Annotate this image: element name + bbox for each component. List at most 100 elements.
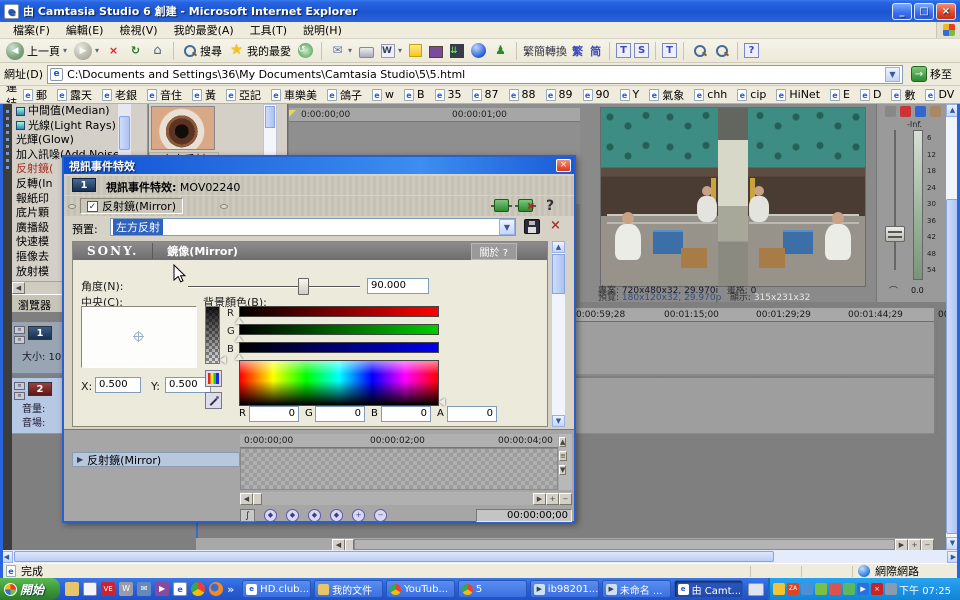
link-item[interactable]: e數 [886, 87, 920, 103]
angle-slider-track[interactable] [188, 286, 360, 287]
folder-icon[interactable] [65, 582, 79, 596]
lock-translate-button[interactable]: T [662, 43, 677, 58]
zoom-in-button[interactable]: + [546, 493, 559, 505]
timeline-hscrollbar[interactable]: ◀ ▶ + − [196, 538, 934, 550]
t-tool-button[interactable]: T [616, 43, 631, 58]
trimmer-ruler[interactable]: 0:00:00;00 00:00:01;00 [289, 108, 580, 122]
link-item[interactable]: e90 [578, 87, 615, 103]
link-item[interactable]: e亞記 [221, 87, 266, 103]
link-item[interactable]: eHiNet [771, 87, 825, 103]
tray-player-icon[interactable]: ▶ [857, 583, 869, 595]
add-keyframe-button[interactable]: + [352, 509, 365, 522]
effect-enable-toggle[interactable]: ✓ 反射鏡(Mirror) [80, 198, 183, 214]
plugin-scrollbar[interactable]: ▲ ▼ [552, 241, 565, 427]
keyframe-hscrollbar[interactable]: ◀ ▶ + − [240, 492, 572, 505]
traditional-button[interactable]: 繁 [570, 43, 585, 59]
page-hscrollbar[interactable]: ◀ ▶ [0, 550, 960, 563]
s-tool-button[interactable]: S [634, 43, 649, 58]
angle-input[interactable]: 90.000 [367, 278, 429, 294]
scroll-left-icon[interactable]: ◀ [240, 493, 253, 505]
add-plugin-icon[interactable] [494, 199, 509, 212]
last-keyframe-button[interactable]: ◆ [330, 509, 343, 522]
taskbar-button[interactable]: ▶ib98201... [530, 580, 599, 598]
menu-favorites[interactable]: 我的最愛(A) [167, 21, 241, 39]
menu-help[interactable]: 說明(H) [296, 21, 349, 39]
link-item[interactable]: e鴿子 [322, 87, 367, 103]
menu-file[interactable]: 檔案(F) [6, 21, 57, 39]
link-item[interactable]: e88 [504, 87, 541, 103]
alpha-marker[interactable] [220, 356, 226, 364]
stop-button[interactable]: × [104, 43, 123, 58]
ie-icon[interactable]: e [173, 582, 187, 596]
mixer-gear-icon[interactable] [900, 106, 911, 117]
link-item[interactable]: eY [615, 87, 645, 103]
link-item[interactable]: e黃 [187, 87, 221, 103]
scroll-right-icon[interactable]: ▶ [533, 493, 546, 505]
taskbar-button[interactable]: 5 [458, 580, 527, 598]
dialog-close-button[interactable]: × [556, 159, 571, 172]
scrollbar-thumb[interactable] [345, 539, 354, 551]
word-icon[interactable]: W [119, 582, 133, 596]
flashget-button[interactable]: ⇊ [448, 44, 466, 58]
save-preset-icon[interactable] [524, 219, 540, 234]
help-button[interactable]: ? [744, 43, 759, 58]
scroll-up-icon[interactable]: ▲ [559, 437, 566, 447]
r-input[interactable]: 0 [249, 406, 299, 422]
restore-button[interactable]: □ [914, 3, 934, 20]
menu-view[interactable]: 檢視(V) [112, 21, 164, 39]
volume-fader-handle[interactable] [885, 226, 905, 242]
track-toggle-button[interactable]: ≡ [14, 326, 25, 334]
quicklaunch-overflow-chevron[interactable]: » [227, 583, 234, 596]
video-preview-frame[interactable] [600, 107, 866, 287]
delete-keyframe-button[interactable]: − [374, 509, 387, 522]
tray-update-icon[interactable] [815, 583, 827, 595]
taskbar-button[interactable]: 我的文件 [314, 580, 383, 598]
ve-app-icon[interactable]: VE [101, 582, 115, 596]
firefox-icon[interactable] [209, 582, 223, 596]
link-item[interactable]: e露天 [52, 87, 97, 103]
link-item[interactable]: e郵 [18, 87, 52, 103]
link-item[interactable]: e音住 [142, 87, 187, 103]
scroll-down-icon[interactable]: ▼ [559, 465, 566, 475]
about-button[interactable]: 關於 ? [471, 243, 518, 260]
edit-word-button[interactable]: W▾ [379, 44, 404, 58]
menu-tools[interactable]: 工具(T) [243, 21, 294, 39]
mixer-mute-icon[interactable] [915, 106, 926, 117]
address-input[interactable]: e C:\Documents and Settings\36\My Docume… [47, 65, 903, 84]
messenger-button[interactable]: ♟ [491, 43, 510, 58]
link-item[interactable]: eE [825, 87, 855, 103]
checkbox-checked-icon[interactable]: ✓ [87, 201, 98, 212]
red-gradient-bar[interactable] [239, 306, 439, 317]
keyframe-track[interactable] [240, 448, 558, 490]
link-item[interactable]: e氣象 [644, 87, 689, 103]
mail-icon[interactable]: ✉ [137, 582, 151, 596]
g-input[interactable]: 0 [315, 406, 365, 422]
tray-antivirus-icon[interactable] [843, 583, 855, 595]
app-button[interactable] [469, 43, 488, 58]
first-keyframe-button[interactable]: ◆ [264, 509, 277, 522]
mail-button[interactable]: ✉▾ [328, 43, 354, 58]
link-item[interactable]: eB [399, 87, 430, 103]
tray-volume-icon[interactable] [885, 583, 897, 595]
link-item[interactable]: e35 [430, 87, 467, 103]
link-item[interactable]: ew [367, 87, 399, 103]
dialog-titlebar[interactable]: 視訊事件特效 [64, 157, 574, 174]
scrollbar-thumb[interactable] [14, 551, 774, 562]
keyframe-ruler[interactable]: 0:00:00;00 00:00:02;00 00:00:04;00 [240, 434, 558, 448]
alpha-strip[interactable] [205, 306, 220, 364]
zoom-in-button[interactable] [690, 43, 709, 58]
scroll-right-icon[interactable]: ▶ [895, 539, 908, 551]
remove-plugin-icon[interactable]: × [518, 199, 533, 212]
scrollbar-thumb[interactable] [253, 493, 262, 505]
tray-smiley-icon[interactable] [773, 583, 785, 595]
next-keyframe-button[interactable]: ◆ [308, 509, 321, 522]
lock-icon[interactable]: ⌒ [889, 284, 898, 297]
tray-blocked-icon[interactable] [829, 583, 841, 595]
taskbar-button[interactable]: ▶未命名 ... [602, 580, 671, 598]
tray-network-icon[interactable] [801, 583, 813, 595]
link-item[interactable]: e車樂美 [266, 87, 322, 103]
tray-zonealarm-icon[interactable]: ZA [787, 583, 799, 595]
link-item[interactable]: eDV [920, 87, 959, 103]
hue-marker[interactable] [439, 398, 445, 406]
note-button[interactable] [407, 44, 424, 57]
